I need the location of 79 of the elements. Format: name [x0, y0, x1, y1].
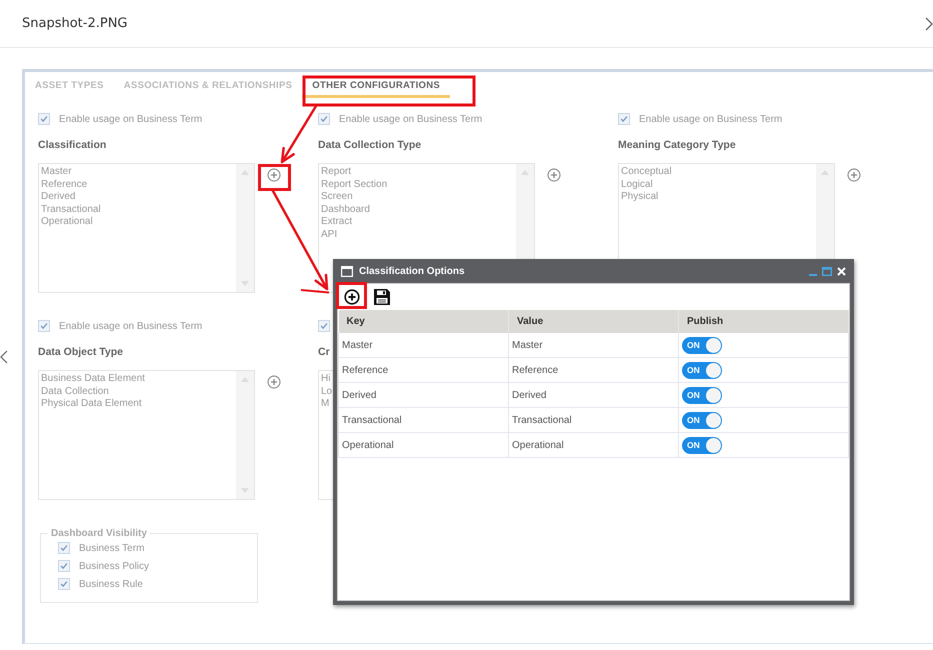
checkbox[interactable]	[38, 113, 50, 125]
checkbox-label: Enable usage on Business Term	[59, 114, 202, 124]
list-box[interactable]: Business Data Element Data Collection Physical Data Element	[38, 370, 255, 500]
tab[interactable]: ASSOCIATIONS & RELATIONSHIPS	[114, 78, 302, 98]
tab[interactable]: OTHER CONFIGURATIONS	[302, 78, 450, 98]
column-header: Publish	[678, 310, 848, 333]
publish-toggle[interactable]: ON	[682, 336, 722, 354]
tab[interactable]: ASSET TYPES	[25, 78, 114, 98]
checkbox-label: Enable usage on Business Term	[639, 114, 782, 124]
list-item[interactable]: Dashboard	[321, 204, 514, 216]
checkbox[interactable]	[618, 113, 630, 125]
table-cell: Master	[508, 333, 678, 358]
section-heading: Cr	[318, 346, 331, 359]
list-item[interactable]: Report Section	[321, 178, 514, 191]
list-item[interactable]: Logical	[621, 178, 814, 191]
publish-toggle[interactable]: ON	[682, 436, 722, 454]
add-icon[interactable]	[547, 168, 561, 182]
add-button[interactable]	[344, 289, 360, 305]
list-item[interactable]: API	[321, 228, 514, 241]
table-cell: Reference	[338, 358, 508, 382]
column-header: Key	[338, 310, 508, 333]
checkbox-label: Business Policy	[79, 560, 150, 572]
table-cell: Transactional	[338, 408, 508, 432]
checkbox[interactable]	[58, 542, 70, 554]
list-item[interactable]: Operational	[41, 216, 234, 228]
checkbox[interactable]	[58, 560, 70, 572]
add-icon[interactable]	[267, 168, 281, 182]
section-heading: Data Collection Type	[318, 139, 422, 152]
checkbox[interactable]	[58, 578, 70, 590]
chevron-right-icon[interactable]	[925, 16, 933, 30]
checkbox-label: Business Rule	[79, 578, 143, 590]
table-cell: Transactional	[508, 408, 678, 432]
add-icon[interactable]	[267, 375, 281, 389]
chevron-left-icon[interactable]	[0, 350, 8, 364]
save-button[interactable]	[374, 289, 390, 305]
list-item[interactable]: Report	[321, 166, 514, 178]
table-cell: Derived	[338, 382, 508, 408]
dialog-title: Classification Options	[359, 266, 466, 276]
panel-legend: Dashboard Visibility	[48, 528, 150, 539]
table-cell: Derived	[508, 382, 678, 408]
publish-toggle[interactable]: ON	[682, 362, 722, 378]
table-cell: Master	[338, 333, 508, 358]
list-item[interactable]: Screen	[321, 191, 514, 204]
window-icon	[341, 266, 353, 276]
highlight-box	[336, 282, 367, 309]
section-heading: Classification	[38, 139, 108, 152]
list-item[interactable]: Master	[41, 166, 234, 178]
highlight-box	[258, 164, 291, 191]
add-icon[interactable]	[847, 168, 861, 182]
checkbox[interactable]	[318, 320, 330, 332]
annotation-arrow	[280, 104, 318, 164]
save-icon	[374, 289, 390, 305]
list-item[interactable]: Business Data Element	[41, 373, 234, 386]
checkbox-label: Enable usage on Business Term	[59, 320, 202, 332]
table-cell: Operational	[338, 432, 508, 458]
checkbox-label: Enable usage on Business Term	[339, 114, 482, 124]
viewer-title: Snapshot-2.PNG	[22, 16, 128, 31]
table-cell: Operational	[508, 432, 678, 458]
list-item[interactable]: Physical Data Element	[41, 398, 234, 410]
section-heading: Data Object Type	[38, 346, 124, 359]
checkbox[interactable]	[38, 320, 50, 332]
list-item[interactable]: Physical	[621, 191, 814, 204]
list-item[interactable]: Reference	[41, 178, 234, 191]
publish-toggle[interactable]: ON	[682, 412, 722, 428]
list-item[interactable]: Extract	[321, 216, 514, 228]
checkbox[interactable]	[318, 113, 330, 125]
list-item[interactable]: Transactional	[41, 204, 234, 216]
publish-toggle[interactable]: ON	[682, 386, 722, 404]
close-icon[interactable]	[837, 266, 846, 276]
maximize-icon[interactable]	[822, 266, 832, 276]
section-heading: Meaning Category Type	[618, 139, 737, 152]
list-item[interactable]: Derived	[41, 191, 234, 204]
checkbox-label: Business Term	[79, 542, 144, 554]
list-item[interactable]: Conceptual	[621, 166, 814, 178]
annotation-line	[300, 289, 330, 294]
table-cell: Reference	[508, 358, 678, 382]
column-header: Value	[508, 310, 678, 333]
list-item[interactable]: Data Collection	[41, 386, 234, 398]
list-box[interactable]: Master Reference Derived Transactional Operational	[38, 163, 255, 293]
